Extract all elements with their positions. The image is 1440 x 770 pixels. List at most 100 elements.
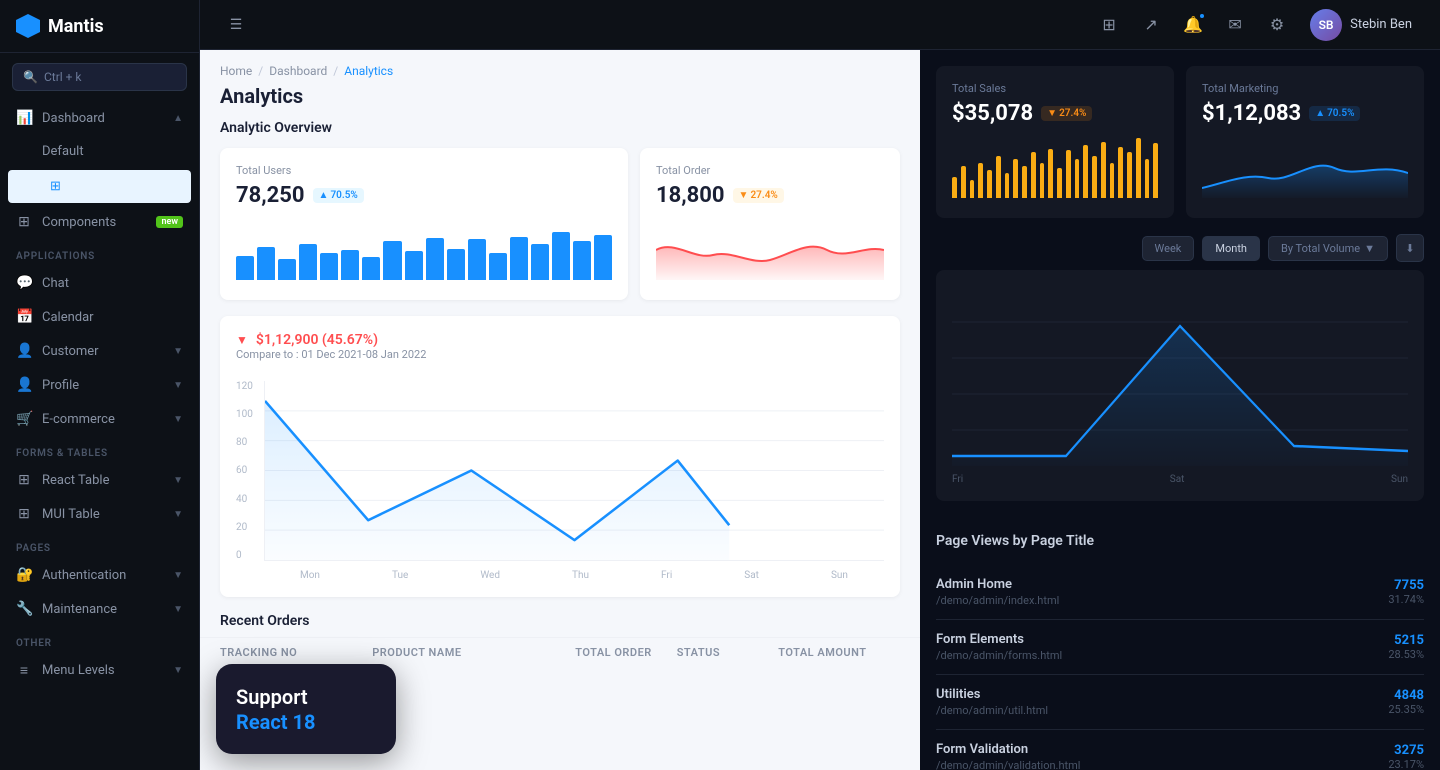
sidebar-item-analytics[interactable]: ⊞: [8, 170, 191, 203]
avatar: SB: [1310, 9, 1342, 41]
sidebar-item-components[interactable]: ⊞ Components new: [0, 205, 199, 239]
user-name: Stebin Ben: [1350, 17, 1412, 32]
total-sales-chart: [952, 138, 1158, 198]
search-input[interactable]: 🔍 Ctrl + k: [12, 63, 187, 91]
bar: [320, 253, 338, 280]
pv-path: /demo/admin/validation.html: [936, 759, 1388, 770]
chart-y-labels: 120100806040200: [236, 381, 264, 561]
breadcrumb-home[interactable]: Home: [220, 64, 252, 78]
pv-title: Utilities: [936, 687, 1388, 702]
analytic-overview-title: Analytic Overview: [200, 120, 920, 148]
user-profile[interactable]: SB Stebin Ben: [1302, 5, 1420, 45]
sidebar-item-dashboard[interactable]: 📊 Dashboard ▲: [0, 101, 199, 135]
breadcrumb-dashboard[interactable]: Dashboard: [269, 64, 327, 78]
bar: [341, 250, 359, 280]
bar: [278, 259, 296, 280]
total-sales-badge: ▼ 27.4%: [1041, 106, 1092, 121]
bar: [426, 238, 444, 280]
total-users-label: Total Users: [236, 164, 612, 177]
react-table-label: React Table: [42, 473, 109, 488]
sidebar-item-ecommerce[interactable]: 🛒 E-commerce ▼: [0, 402, 199, 436]
volume-select[interactable]: By Total Volume ▼: [1268, 236, 1388, 261]
total-marketing-value: $1,12,083: [1202, 101, 1301, 126]
total-users-value-row: 78,250 ▲ 70.5%: [236, 183, 612, 208]
notification-badge: [1198, 12, 1206, 20]
gold-bar: [1127, 152, 1132, 198]
pv-count: 5215: [1388, 633, 1424, 648]
bar: [236, 256, 254, 280]
gold-bar: [1145, 159, 1150, 198]
content-area: Home / Dashboard / Analytics Analytics A…: [200, 50, 1440, 770]
pv-path: /demo/admin/util.html: [936, 704, 1388, 717]
sidebar-item-default[interactable]: Default: [0, 135, 199, 168]
page-views-section: Page Views by Page Title Admin Home /dem…: [920, 517, 1440, 770]
bar: [257, 247, 275, 280]
breadcrumb-sep-2: /: [333, 64, 338, 78]
gold-bar: [970, 180, 975, 198]
menu-toggle-button[interactable]: ☰: [220, 9, 252, 41]
bar: [383, 241, 401, 280]
income-amount: $1,12,900 (45.67%): [256, 332, 378, 348]
topbar: ☰ ⊞ ↗ 🔔 ✉ ⚙ SB Stebin Ben: [200, 0, 1440, 50]
sidebar-item-react-table[interactable]: ⊞ React Table ▼: [0, 463, 199, 497]
maintenance-label: Maintenance: [42, 602, 117, 617]
gold-bar: [1022, 166, 1027, 198]
support-banner[interactable]: Support React 18: [216, 664, 396, 754]
sidebar-item-maintenance[interactable]: 🔧 Maintenance ▼: [0, 592, 199, 626]
sidebar-item-profile[interactable]: 👤 Profile ▼: [0, 368, 199, 402]
gold-bar: [1153, 143, 1158, 198]
col-tracking: TRACKING NO: [220, 646, 372, 659]
settings-button[interactable]: ⚙: [1260, 8, 1294, 42]
sidebar-logo[interactable]: Mantis: [0, 0, 199, 53]
bar: [299, 244, 317, 280]
notifications-button[interactable]: 🔔: [1176, 8, 1210, 42]
support-title: Support: [236, 684, 376, 710]
download-button[interactable]: ⬇: [1396, 234, 1424, 262]
gold-bar: [1083, 145, 1088, 198]
gold-bar: [1092, 156, 1097, 198]
components-badge: new: [156, 216, 183, 228]
col-product: PRODUCT NAME: [372, 646, 575, 659]
bar: [531, 244, 549, 280]
chevron-down-icon-5: ▼: [173, 509, 183, 520]
auth-icon: 🔐: [16, 567, 32, 583]
apps-button[interactable]: ⊞: [1092, 8, 1126, 42]
total-users-badge: ▲ 70.5%: [313, 188, 364, 203]
pv-count: 4848: [1388, 688, 1424, 703]
sidebar-item-menu-levels[interactable]: ≡ Menu Levels ▼: [0, 653, 199, 688]
components-label: Components: [42, 215, 116, 230]
dashboard-label: Dashboard: [42, 111, 105, 126]
messages-button[interactable]: ✉: [1218, 8, 1252, 42]
maintenance-icon: 🔧: [16, 601, 32, 617]
bar: [594, 235, 612, 280]
page-title: Analytics: [200, 84, 920, 120]
topbar-right: ⊞ ↗ 🔔 ✉ ⚙ SB Stebin Ben: [1092, 5, 1420, 45]
page-view-item: Admin Home /demo/admin/index.html 7755 3…: [936, 565, 1424, 620]
page-view-item: Form Elements /demo/admin/forms.html 521…: [936, 620, 1424, 675]
page-view-item: Form Validation /demo/admin/validation.h…: [936, 730, 1424, 770]
month-button[interactable]: Month: [1202, 236, 1260, 261]
ecommerce-label: E-commerce: [42, 412, 115, 427]
week-button[interactable]: Week: [1142, 236, 1195, 261]
total-order-badge: ▼ 27.4%: [733, 188, 784, 203]
income-compare: Compare to : 01 Dec 2021-08 Jan 2022: [236, 348, 426, 361]
gold-bar: [1136, 138, 1141, 198]
sidebar-item-mui-table[interactable]: ⊞ MUI Table ▼: [0, 497, 199, 531]
sidebar-item-chat[interactable]: 💬 Chat: [0, 266, 199, 300]
gold-bar: [1101, 142, 1106, 198]
bar: [552, 232, 570, 280]
stat-card-total-order: Total Order 18,800 ▼ 27.4%: [640, 148, 900, 300]
total-marketing-chart: [1202, 138, 1408, 198]
gold-bar: [961, 166, 966, 198]
dark-income-controls: Week Month By Total Volume ▼ ⬇: [920, 234, 1440, 270]
sidebar-item-customer[interactable]: 👤 Customer ▼: [0, 334, 199, 368]
search-placeholder: Ctrl + k: [44, 70, 82, 84]
gold-bar: [996, 156, 1001, 198]
other-section-label: Other: [0, 626, 199, 653]
bar: [573, 241, 591, 280]
sidebar-item-calendar[interactable]: 📅 Calendar: [0, 300, 199, 334]
sidebar-item-authentication[interactable]: 🔐 Authentication ▼: [0, 558, 199, 592]
fullscreen-button[interactable]: ↗: [1134, 8, 1168, 42]
applications-section-label: Applications: [0, 239, 199, 266]
gold-bar: [1031, 152, 1036, 198]
